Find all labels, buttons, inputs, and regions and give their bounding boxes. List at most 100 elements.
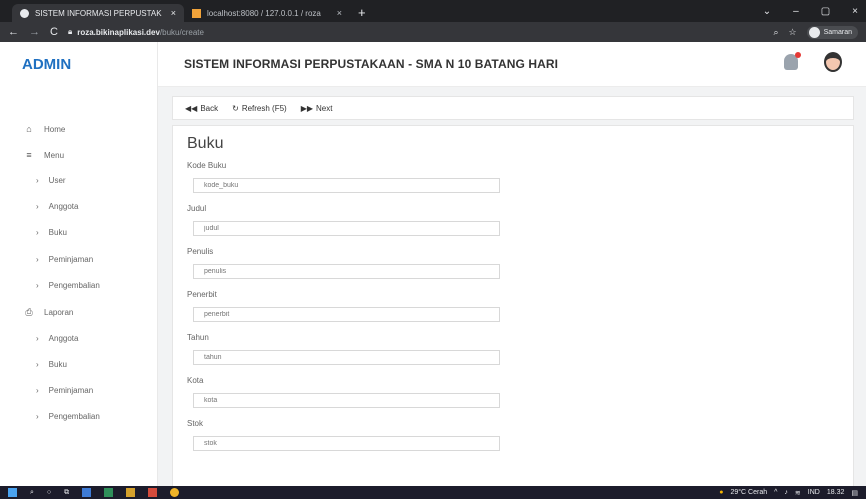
site-favicon-icon bbox=[20, 8, 29, 18]
chevron-right-icon: › bbox=[36, 412, 39, 421]
user-avatar[interactable] bbox=[824, 52, 842, 72]
tab-label: SISTEM INFORMASI PERPUSTAK bbox=[35, 8, 162, 18]
sidebar-item-laporan-peminjaman[interactable]: › Peminjaman bbox=[36, 386, 93, 395]
sidebar-item-pengembalian[interactable]: › Pengembalian bbox=[36, 281, 100, 290]
sidebar-item-laporan-anggota[interactable]: › Anggota bbox=[36, 334, 78, 343]
form-card: Buku Kode Buku Judul Penulis Penerbit Ta… bbox=[172, 125, 854, 489]
tahun-input[interactable] bbox=[193, 350, 500, 365]
hamburger-icon: ≡ bbox=[26, 150, 32, 160]
window-controls: ⌄ – ▢ × bbox=[763, 0, 866, 22]
close-window-button[interactable]: × bbox=[852, 6, 858, 17]
back-arrow-icon[interactable]: ← bbox=[8, 26, 19, 38]
sidebar-item-menu[interactable]: ≡ Menu bbox=[22, 150, 64, 160]
language-indicator[interactable]: IND bbox=[808, 489, 820, 496]
tab-localhost[interactable]: localhost:8080 / 127.0.0.1 / roza × bbox=[184, 4, 350, 22]
kode-buku-label: Kode Buku bbox=[187, 161, 227, 170]
store-app-icon[interactable] bbox=[82, 488, 92, 497]
back-button[interactable]: ◀◀ Back bbox=[185, 104, 218, 113]
tab-close-icon[interactable]: × bbox=[337, 8, 342, 18]
home-icon: ⌂ bbox=[26, 124, 32, 134]
os-taskbar: ⌕ ○ ⧉ ● 29°C Cerah ^ ♪ ≋ IND 18.32 ▤ bbox=[0, 486, 866, 499]
url-path: /buku/create bbox=[159, 27, 204, 37]
windows-start-icon[interactable] bbox=[8, 488, 17, 497]
url-field[interactable]: 🔒︎ roza.bikinaplikasi.dev/buku/create bbox=[68, 25, 708, 39]
files-app-icon[interactable] bbox=[126, 488, 136, 497]
next-label: Next bbox=[316, 103, 333, 113]
weather-icon: ● bbox=[719, 489, 724, 496]
forward-arrow-icon[interactable]: → bbox=[29, 26, 40, 38]
penerbit-label: Penerbit bbox=[187, 290, 217, 299]
sidebar-item-peminjaman[interactable]: › Peminjaman bbox=[36, 255, 93, 264]
refresh-button[interactable]: ↻ Refresh (F5) bbox=[232, 104, 287, 113]
chevron-right-icon: › bbox=[36, 176, 39, 185]
profile-button[interactable]: Samaran bbox=[806, 25, 858, 39]
sidebar-item-laporan-pengembalian[interactable]: › Pengembalian bbox=[36, 412, 100, 421]
notification-bell-icon[interactable] bbox=[784, 52, 801, 70]
tab-search-icon[interactable]: ⌄ bbox=[763, 6, 771, 17]
zoom-search-icon[interactable]: ⌕ bbox=[773, 27, 778, 38]
reload-icon[interactable]: C bbox=[50, 26, 58, 38]
stok-input[interactable] bbox=[193, 436, 500, 451]
app-red-icon[interactable] bbox=[148, 488, 158, 497]
kota-input[interactable] bbox=[193, 393, 500, 408]
url-host: roza.bikinaplikasi.dev bbox=[77, 27, 160, 37]
app-area: ADMIN ⌂ Home ≡ Menu › User › Anggota › B… bbox=[0, 42, 866, 489]
sidebar-item-label: Buku bbox=[48, 360, 67, 369]
form-title: Buku bbox=[187, 135, 224, 152]
chevron-right-icon: › bbox=[36, 202, 39, 211]
task-view-icon[interactable]: ⧉ bbox=[64, 489, 69, 497]
bookmark-star-icon[interactable]: ☆ bbox=[789, 27, 797, 38]
lock-icon: 🔒︎ bbox=[67, 27, 73, 36]
chrome-app-icon[interactable] bbox=[170, 488, 180, 497]
new-tab-button[interactable]: + bbox=[358, 5, 366, 20]
brand-logo[interactable]: ADMIN bbox=[0, 42, 157, 87]
penulis-input[interactable] bbox=[193, 264, 500, 279]
printer-icon: ⎙ bbox=[25, 307, 33, 317]
system-tray: ● 29°C Cerah ^ ♪ ≋ IND 18.32 ▤ bbox=[719, 489, 866, 497]
sidebar-item-anggota[interactable]: › Anggota bbox=[36, 202, 78, 211]
app-icon[interactable] bbox=[104, 488, 114, 497]
search-icon[interactable]: ⌕ bbox=[30, 489, 34, 497]
weather-text[interactable]: 29°C Cerah bbox=[730, 489, 767, 496]
sidebar-item-laporan-buku[interactable]: › Buku bbox=[36, 360, 67, 369]
notification-badge bbox=[795, 52, 801, 58]
clock-time[interactable]: 18.32 bbox=[827, 489, 845, 496]
maximize-button[interactable]: ▢ bbox=[821, 6, 830, 17]
main-content: ◀◀ Back ↻ Refresh (F5) ▶▶ Next Buku Kode Bu… bbox=[158, 87, 866, 489]
chevron-right-icon: › bbox=[36, 334, 39, 343]
sidebar-item-laporan[interactable]: ⎙ Laporan bbox=[22, 307, 73, 318]
minimize-button[interactable]: – bbox=[793, 6, 799, 17]
address-bar: ← → C 🔒︎ roza.bikinaplikasi.dev/buku/cre… bbox=[0, 22, 866, 42]
sidebar-item-buku[interactable]: › Buku bbox=[36, 228, 67, 237]
chevron-up-icon[interactable]: ^ bbox=[774, 489, 777, 496]
sidebar-item-user[interactable]: › User bbox=[36, 176, 66, 185]
kode-buku-input[interactable] bbox=[193, 178, 500, 193]
notifications-icon[interactable]: ▤ bbox=[851, 489, 858, 497]
network-icon[interactable]: ≋ bbox=[795, 489, 801, 497]
action-toolbar: ◀◀ Back ↻ Refresh (F5) ▶▶ Next bbox=[172, 96, 854, 120]
profile-avatar-icon bbox=[808, 26, 820, 38]
penulis-label: Penulis bbox=[187, 247, 214, 256]
chevron-right-icon: › bbox=[36, 386, 39, 395]
refresh-icon: ↻ bbox=[232, 103, 239, 113]
judul-input[interactable] bbox=[193, 221, 500, 236]
phpmyadmin-favicon-icon bbox=[192, 8, 201, 18]
back-label: Back bbox=[200, 103, 219, 113]
top-header: SISTEM INFORMASI PERPUSTAKAAN - SMA N 10… bbox=[158, 42, 866, 87]
sidebar-item-label: Anggota bbox=[48, 334, 79, 343]
sidebar-item-label: Anggota bbox=[48, 202, 79, 211]
tab-sistem-informasi[interactable]: SISTEM INFORMASI PERPUSTAK × bbox=[12, 4, 184, 22]
tab-close-icon[interactable]: × bbox=[171, 8, 176, 18]
sidebar-item-label: User bbox=[48, 176, 66, 185]
volume-icon[interactable]: ♪ bbox=[784, 489, 788, 496]
sidebar-item-home[interactable]: ⌂ Home bbox=[22, 124, 65, 134]
next-button[interactable]: ▶▶ Next bbox=[301, 104, 333, 113]
sidebar-item-label: Menu bbox=[44, 150, 65, 160]
sidebar-item-label: Home bbox=[44, 124, 66, 134]
cortana-icon[interactable]: ○ bbox=[47, 489, 51, 496]
browser-tab-bar: SISTEM INFORMASI PERPUSTAK × localhost:8… bbox=[0, 0, 866, 22]
double-right-arrow-icon: ▶▶ bbox=[300, 103, 314, 113]
penerbit-input[interactable] bbox=[193, 307, 500, 322]
sidebar-item-label: Pengembalian bbox=[48, 412, 100, 421]
chevron-right-icon: › bbox=[36, 360, 39, 369]
